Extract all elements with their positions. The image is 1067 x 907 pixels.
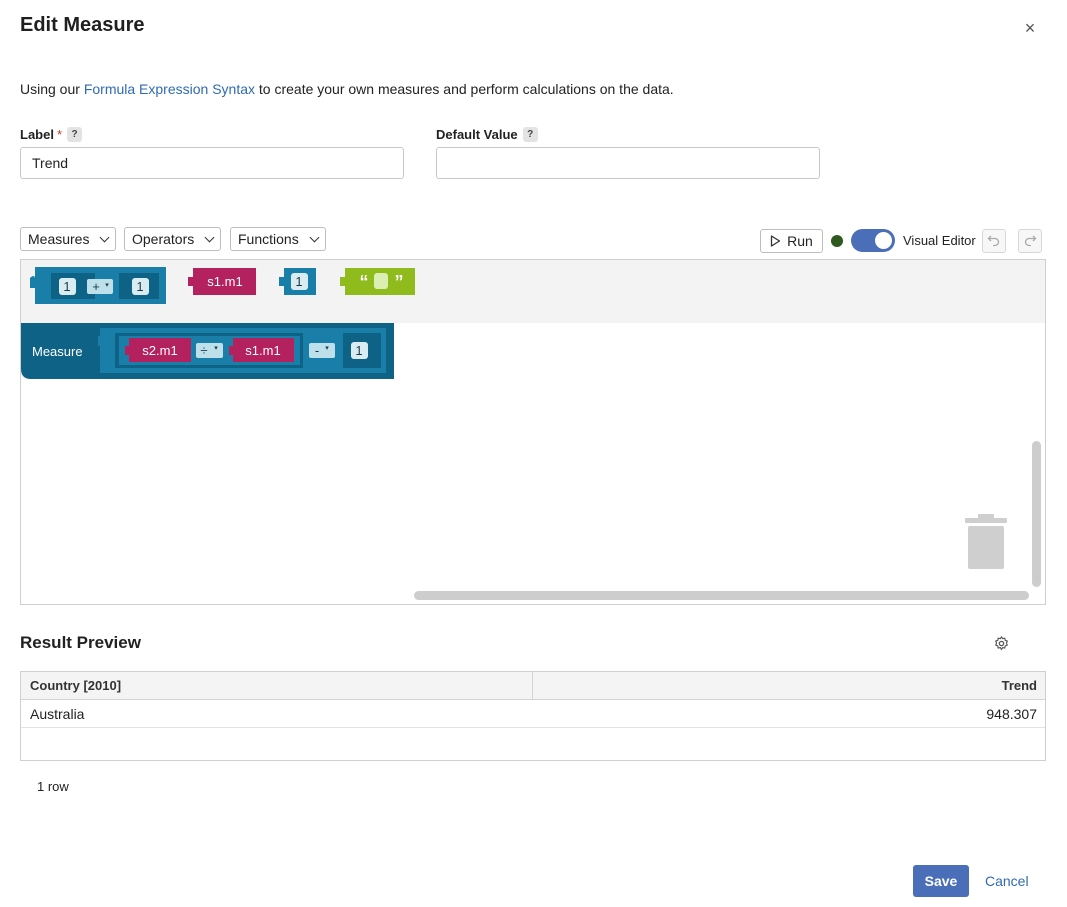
subtract-operator-value: - [315, 343, 319, 358]
text-block[interactable]: “ ” [340, 268, 415, 295]
save-button[interactable]: Save [913, 865, 969, 897]
term1-label: s2.m1 [142, 343, 177, 358]
visual-editor-label: Visual Editor [903, 233, 976, 248]
operators-dropdown[interactable]: Operators [124, 227, 222, 251]
redo-button[interactable] [1018, 229, 1042, 253]
intro-prefix: Using our [20, 81, 84, 97]
result-table: Country [2010] Trend Australia 948.307 [20, 671, 1046, 761]
subtract-operator-field[interactable] [309, 343, 335, 358]
block-workspace[interactable]: 1 + ▾ 1 s1.m1 1 “ ” Measure s2.m1 ÷ ▾ s1… [20, 259, 1046, 605]
column-header-country[interactable]: Country [2010] [21, 672, 533, 699]
required-mark: * [56, 127, 63, 142]
label-help-icon[interactable]: ? [67, 127, 83, 142]
close-button[interactable]: × [1020, 18, 1040, 38]
label-field-label: Label * ? [20, 127, 83, 142]
arith-operator-field[interactable] [87, 279, 113, 294]
chevron-down-icon: ▾ [325, 345, 329, 352]
measure-reference-label: s1.m1 [207, 274, 242, 289]
arith-left-value: 1 [63, 279, 70, 294]
redo-icon [1024, 235, 1037, 247]
label-text: Label [20, 127, 54, 142]
default-value-input[interactable] [436, 147, 820, 179]
dialog-title: Edit Measure [20, 14, 145, 36]
chevron-down-icon: ▾ [214, 345, 218, 352]
term3-value: 1 [355, 343, 362, 358]
run-button[interactable]: Run [760, 229, 823, 253]
number-block[interactable]: 1 [279, 268, 316, 295]
result-preview-title: Result Preview [20, 633, 141, 652]
play-icon [771, 235, 781, 247]
arith-operator-value: + [92, 279, 100, 294]
table-row: Australia 948.307 [21, 700, 1045, 728]
functions-dropdown[interactable]: Functions [230, 227, 326, 251]
arithmetic-block[interactable]: 1 + ▾ 1 [30, 267, 166, 304]
default-value-help-icon[interactable]: ? [522, 127, 538, 142]
gear-icon[interactable] [993, 635, 1010, 652]
chevron-down-icon [309, 232, 320, 242]
undo-icon [987, 235, 1000, 247]
label-input[interactable] [20, 147, 404, 179]
cancel-button[interactable]: Cancel [985, 873, 1029, 889]
row-count: 1 row [37, 779, 69, 794]
text-field[interactable] [374, 273, 388, 289]
column-header-trend[interactable]: Trend [533, 672, 1045, 699]
run-label: Run [787, 233, 813, 249]
term2-label: s1.m1 [245, 343, 280, 358]
chevron-down-icon [100, 232, 110, 242]
status-indicator [831, 235, 843, 247]
arith-right-value: 1 [136, 279, 143, 294]
visual-editor-toggle[interactable] [851, 229, 895, 252]
measure-root-label: Measure [32, 344, 83, 359]
horizontal-scrollbar[interactable] [414, 591, 1029, 600]
default-value-text: Default Value [436, 127, 518, 142]
divide-operator-value: ÷ [200, 343, 207, 358]
trash-icon[interactable] [965, 514, 1007, 569]
table-header: Country [2010] Trend [21, 672, 1045, 700]
measure-reference-block[interactable]: s1.m1 [188, 268, 256, 295]
chevron-down-icon: ▾ [105, 282, 109, 289]
vertical-scrollbar[interactable] [1032, 441, 1041, 587]
operators-dropdown-label: Operators [132, 231, 195, 247]
text-open-quote: “ [360, 272, 369, 292]
measures-dropdown-label: Measures [28, 231, 90, 247]
measure-root-block[interactable]: Measure s2.m1 ÷ ▾ s1.m1 - ▾ 1 [21, 323, 394, 379]
functions-dropdown-label: Functions [238, 231, 299, 247]
formula-syntax-link[interactable]: Formula Expression Syntax [84, 81, 255, 97]
chevron-down-icon [204, 232, 215, 242]
measures-dropdown[interactable]: Measures [20, 227, 117, 251]
toggle-knob [875, 232, 892, 249]
table-cell: 948.307 [986, 706, 1037, 722]
intro-text: Using our Formula Expression Syntax to c… [20, 81, 674, 97]
table-cell: Australia [30, 706, 85, 722]
text-close-quote: ” [395, 272, 404, 292]
default-value-field-label: Default Value ? [436, 127, 538, 142]
undo-button[interactable] [982, 229, 1006, 253]
number-value: 1 [295, 274, 302, 289]
blocks-canvas: 1 + ▾ 1 s1.m1 1 “ ” Measure s2.m1 ÷ ▾ s1… [21, 267, 1007, 569]
intro-suffix: to create your own measures and perform … [255, 81, 674, 97]
